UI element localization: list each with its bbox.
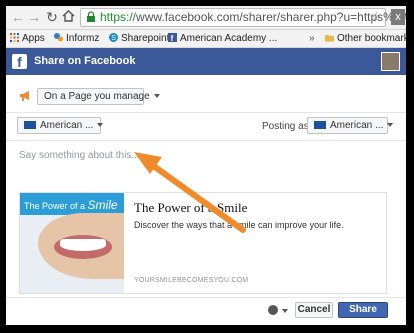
page-selector-dropdown[interactable]: American ... [17, 117, 104, 134]
preview-title: The Power of a Smile [134, 200, 248, 215]
share-link-button[interactable]: Share Link [338, 302, 388, 325]
page-flag-icon [24, 121, 36, 129]
page-flag-icon [314, 121, 326, 129]
posting-as-label: Posting as [262, 121, 309, 132]
globe-icon[interactable] [268, 305, 278, 315]
facebook-logo-icon: f [12, 54, 27, 70]
chevron-down-icon[interactable] [282, 309, 288, 313]
apps-grid-icon [10, 33, 19, 42]
bookmark-sharepoint[interactable]: S Sharepoint [109, 32, 169, 45]
share-target-dropdown[interactable]: On a Page you manage [37, 88, 160, 105]
address-bar[interactable]: https://www.facebook.com/sharer/sharer.p… [80, 8, 406, 27]
page-selector-label: American ... [40, 120, 94, 131]
avatar[interactable] [381, 52, 400, 71]
informz-icon [54, 33, 63, 42]
bookmarks-bar: Apps Informz S Sharepoint f American Acade… [6, 30, 406, 48]
bookmark-american-academy[interactable]: f American Academy ... [168, 32, 277, 45]
divider [6, 140, 406, 141]
thumbnail-caption: The Power of a Smile [24, 198, 118, 212]
divider [6, 112, 406, 113]
bookmark-label: American Academy ... [180, 33, 278, 44]
share-target-label: On a Page you manage [44, 91, 150, 102]
chevron-down-icon [153, 94, 160, 98]
megaphone-icon [20, 91, 29, 101]
lock-icon [87, 11, 95, 22]
bookmarks-overflow-chevron-icon[interactable]: » [309, 32, 315, 45]
bookmark-label: Apps [22, 33, 45, 44]
chevron-down-icon [97, 123, 104, 127]
posting-as-value: American ... [330, 120, 384, 131]
svg-text:f: f [171, 34, 174, 42]
bookmark-other[interactable]: Other bookmarks [325, 32, 406, 45]
bookmark-label: Other bookmarks [337, 33, 406, 44]
bookmark-apps[interactable]: Apps [10, 32, 45, 45]
link-preview-card[interactable]: The Power of a Smile The Power of a Smil… [19, 192, 387, 294]
dialog-header: f Share on Facebook [6, 48, 406, 75]
sharepoint-icon: S [109, 33, 118, 42]
back-arrow-icon[interactable]: ← [10, 9, 26, 25]
chevron-down-icon [387, 123, 394, 127]
home-icon[interactable] [60, 9, 76, 25]
url-text: https://www.facebook.com/sharer/sharer.p… [100, 10, 406, 24]
status-input[interactable]: Say something about this... [19, 150, 140, 161]
bookmark-star-icon[interactable]: ☆ [370, 9, 382, 25]
folder-icon [325, 35, 334, 42]
share-dialog-body: On a Page you manage American ... Postin… [6, 75, 406, 325]
svg-text:S: S [111, 35, 116, 42]
preview-thumbnail: The Power of a Smile [20, 193, 124, 293]
preview-domain: YOURSMILEBECOMESYOU.COM [134, 277, 249, 284]
bookmark-label: Informz [66, 33, 100, 44]
divider [6, 297, 406, 298]
reload-icon[interactable]: ↻ [44, 9, 60, 25]
browser-window: ← → ↻ https://www.facebook.com/sharer/sh… [6, 6, 406, 325]
posting-as-dropdown[interactable]: American ... [307, 117, 394, 134]
close-tab-button[interactable]: x [391, 9, 405, 25]
cancel-button[interactable]: Cancel [295, 302, 333, 318]
dialog-title: Share on Facebook [34, 55, 136, 67]
preview-description: Discover the ways that a smile can impro… [134, 220, 344, 230]
bookmark-informz[interactable]: Informz [54, 32, 99, 45]
bookmark-label: Sharepoint [121, 33, 170, 44]
browser-toolbar: ← → ↻ https://www.facebook.com/sharer/sh… [6, 6, 406, 30]
facebook-icon: f [168, 33, 177, 42]
forward-arrow-icon[interactable]: → [26, 9, 42, 25]
